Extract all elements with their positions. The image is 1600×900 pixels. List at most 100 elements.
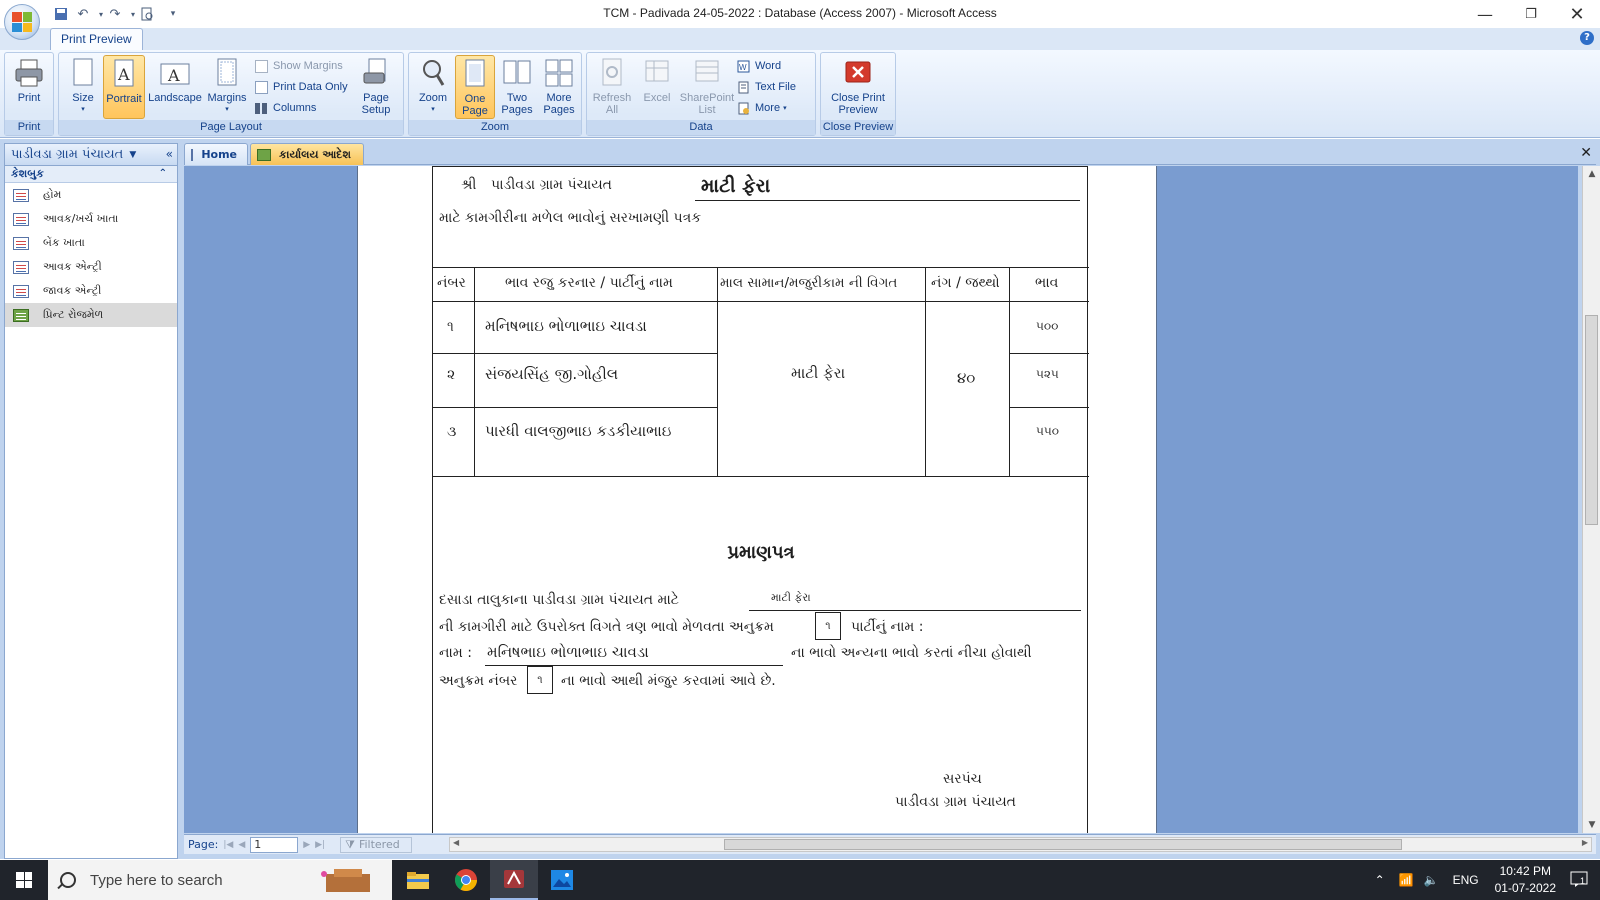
title-bar: ↶ ▾ ↷ ▾ ▾ TCM - Padivada 24-05-2022 : Da… [0, 0, 1600, 40]
office-button[interactable] [4, 4, 40, 40]
start-button[interactable] [0, 860, 48, 900]
restore-icon[interactable]: ❐ [1508, 0, 1554, 28]
taskbar: Type here to search ⌃ 📶 🔈 ENG 10:42 PM 0… [0, 860, 1600, 900]
window-title: TCM - Padivada 24-05-2022 : Database (Ac… [603, 6, 997, 20]
row-2-name: સંજયસિંહ જી.ગોહીલ [485, 365, 619, 383]
language-indicator[interactable]: ENG [1453, 873, 1479, 887]
zoom-button[interactable]: Zoom ▾ [413, 55, 453, 119]
more-export-button[interactable]: More ▾ [737, 99, 787, 117]
close-print-preview-button[interactable]: Close Print Preview [825, 55, 891, 119]
report-icon [257, 148, 271, 161]
margins-button[interactable]: Margins ▾ [205, 55, 249, 119]
col-divider-3 [925, 267, 926, 476]
tab-home[interactable]: Home [184, 143, 248, 165]
horizontal-scroll-thumb[interactable] [724, 839, 1402, 850]
close-window-icon[interactable]: ✕ [1554, 0, 1600, 28]
columns-icon [255, 102, 268, 115]
volume-icon[interactable]: 🔈 [1424, 873, 1439, 887]
print-group-label: Print [5, 120, 53, 135]
scroll-down-icon[interactable]: ▼ [1583, 817, 1600, 833]
refresh-all-button[interactable]: Refresh All [591, 55, 633, 119]
minimize-icon[interactable]: — [1462, 0, 1508, 28]
refresh-icon [597, 57, 627, 89]
nav-item-print-rojmel[interactable]: પ્રિન્ટ રોજમેળ [5, 303, 177, 327]
columns-button[interactable]: Columns [255, 99, 316, 117]
quantity-value: ૪૦ [957, 369, 976, 387]
close-preview-icon [843, 57, 873, 89]
help-icon[interactable]: ? [1580, 31, 1594, 45]
signature-role: સરપંચ [943, 771, 982, 787]
size-button[interactable]: Size ▾ [63, 55, 103, 119]
network-icon[interactable]: 📶 [1399, 873, 1414, 887]
page-setup-button[interactable]: Page Setup [353, 55, 399, 119]
system-tray: ⌃ 📶 🔈 ENG 10:42 PM 01-07-2022 1 [1375, 860, 1600, 900]
print-preview-area[interactable]: શ્રી પાડીવડા ગ્રામ પંચાયત માટી ફેરા માટે… [184, 166, 1578, 833]
report-work-title: માટી ફેરા [701, 175, 771, 197]
tab-print-preview[interactable]: Print Preview [50, 28, 143, 50]
excel-export-button[interactable]: Excel [637, 55, 677, 119]
previous-page-icon[interactable]: ◀ [238, 840, 245, 850]
col-header-quantity: નંગ / જથ્થો [931, 275, 1000, 291]
word-export-button[interactable]: W Word [737, 57, 781, 75]
svg-text:A: A [167, 66, 180, 85]
notifications-icon[interactable]: 1 [1570, 870, 1588, 891]
nav-item-income-expense-accounts[interactable]: આવક/ખર્ચ ખાતા [5, 207, 177, 231]
next-page-icon[interactable]: ▶ [303, 840, 310, 850]
print-data-only-checkbox[interactable]: Print Data Only [255, 78, 348, 96]
nav-item-outgoing-entry[interactable]: જાવક એન્ટ્રી [5, 279, 177, 303]
nav-item-bank-accounts[interactable]: બેંક ખાતા [5, 231, 177, 255]
filter-button[interactable]: ⧩ Filtered [340, 836, 413, 853]
nav-group-header[interactable]: કેશબુક ⌃ [5, 166, 177, 183]
report-org: પાડીવડા ગ્રામ પંચાયત [491, 177, 612, 193]
sharepoint-list-button[interactable]: SharePoint List [679, 55, 735, 119]
horizontal-scrollbar[interactable]: ◀ ▶ [449, 837, 1592, 852]
margins-icon [212, 57, 242, 89]
page-number-input[interactable]: 1 [250, 836, 299, 853]
one-page-icon [460, 58, 490, 90]
access-icon[interactable] [490, 860, 538, 900]
office-logo-icon [12, 12, 32, 32]
more-pages-button[interactable]: More Pages [539, 55, 579, 119]
chevron-up-icon[interactable]: ⌃ [1375, 873, 1385, 887]
more-export-icon [737, 102, 750, 115]
nav-header[interactable]: પાડીવડા ગ્રામ પંચાયત ▼ [5, 144, 177, 166]
scroll-right-icon[interactable]: ▶ [1582, 838, 1588, 847]
nav-item-home[interactable]: હોમ [5, 183, 177, 207]
landscape-button[interactable]: A Landscape [147, 55, 203, 119]
report-frame: શ્રી પાડીવડા ગ્રામ પંચાયત માટી ફેરા માટે… [432, 166, 1089, 833]
vertical-scrollbar[interactable]: ▲ ▼ [1582, 166, 1600, 833]
clock[interactable]: 10:42 PM 01-07-2022 [1495, 863, 1556, 897]
vertical-scroll-thumb[interactable] [1585, 315, 1598, 525]
row-3-rate: ૫૫૦ [1036, 424, 1059, 438]
nav-item-income-entry[interactable]: આવક એન્ટ્રી [5, 255, 177, 279]
chrome-icon[interactable] [442, 860, 490, 900]
checkbox-icon [255, 59, 268, 73]
certificate-line-4: ના ભાવો આથી મંજુર કરવામાં આવે છે. [561, 673, 776, 689]
first-page-icon[interactable]: |◀ [223, 840, 233, 850]
scroll-up-icon[interactable]: ▲ [1583, 166, 1600, 182]
last-page-icon[interactable]: ▶| [315, 840, 325, 850]
form-icon [191, 148, 194, 161]
certificate-line-2: ની કામગીરી માટે ઉપરોક્ત વિગતે ત્રણ ભાવો … [439, 619, 774, 635]
show-margins-checkbox[interactable]: Show Margins [255, 57, 343, 75]
one-page-button[interactable]: One Page [455, 55, 495, 119]
portrait-button[interactable]: A Portrait [103, 55, 145, 119]
print-group: Print Print [4, 52, 54, 136]
tab-office-order[interactable]: કાર્યાલય આદેશ [250, 143, 364, 165]
print-button[interactable]: Print [7, 55, 51, 119]
photos-icon[interactable] [538, 860, 586, 900]
form-icon [13, 260, 29, 274]
ribbon: Print Print Size ▾ A Portrait A Landscap… [0, 50, 1600, 138]
nav-collapse-icon[interactable]: « [166, 147, 173, 161]
text-file-export-button[interactable]: Text File [737, 78, 796, 96]
two-pages-button[interactable]: Two Pages [497, 55, 537, 119]
file-explorer-icon[interactable] [394, 860, 442, 900]
nav-dropdown-icon[interactable]: ▼ [129, 150, 136, 160]
table-header-border [433, 301, 1089, 302]
close-document-icon[interactable]: ✕ [1580, 145, 1592, 161]
taskbar-search[interactable]: Type here to search [48, 860, 392, 900]
svg-text:A: A [117, 65, 130, 84]
chevron-up-icon[interactable]: ⌃ [159, 166, 167, 182]
scroll-left-icon[interactable]: ◀ [453, 838, 459, 847]
row-1-rate: ૫૦૦ [1036, 319, 1059, 333]
